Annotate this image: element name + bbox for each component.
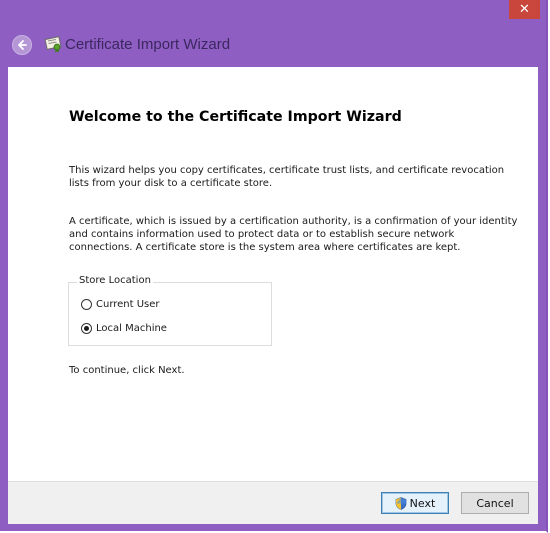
back-button[interactable]: [12, 35, 32, 55]
window-title: Certificate Import Wizard: [65, 36, 231, 53]
back-arrow-icon: [18, 40, 27, 50]
continue-instruction: To continue, click Next.: [69, 365, 185, 376]
radio-selected-dot: [84, 325, 89, 331]
current-user-label[interactable]: Current User: [96, 299, 160, 310]
current-user-option[interactable]: Current User: [81, 296, 160, 312]
certificate-icon: [43, 35, 63, 53]
wizard-window: ✕ Certificate Import Wizard Welcome to t…: [0, 0, 548, 533]
page-heading: Welcome to the Certificate Import Wizard: [69, 109, 402, 125]
current-user-radio[interactable]: [81, 298, 92, 310]
uac-shield-icon: [395, 496, 406, 510]
local-machine-label[interactable]: Local Machine: [96, 323, 167, 334]
local-machine-radio[interactable]: [81, 322, 92, 334]
close-icon: ✕: [519, 2, 530, 17]
local-machine-option[interactable]: Local Machine: [81, 320, 167, 336]
cancel-button-label: Cancel: [476, 496, 514, 510]
store-location-legend: Store Location: [77, 275, 153, 286]
wizard-content: Welcome to the Certificate Import Wizard…: [8, 67, 538, 481]
next-button[interactable]: Next: [381, 492, 449, 514]
wizard-footer: Next Cancel: [8, 481, 538, 524]
close-button[interactable]: ✕: [509, 0, 540, 19]
cancel-button[interactable]: Cancel: [461, 492, 529, 514]
next-button-label: Next: [409, 496, 436, 510]
intro-paragraph: This wizard helps you copy certificates,…: [69, 165, 505, 189]
store-location-group: Store Location Current User Local Machin…: [68, 275, 272, 346]
certificate-info-paragraph: A certificate, which is issued by a cert…: [69, 216, 518, 253]
